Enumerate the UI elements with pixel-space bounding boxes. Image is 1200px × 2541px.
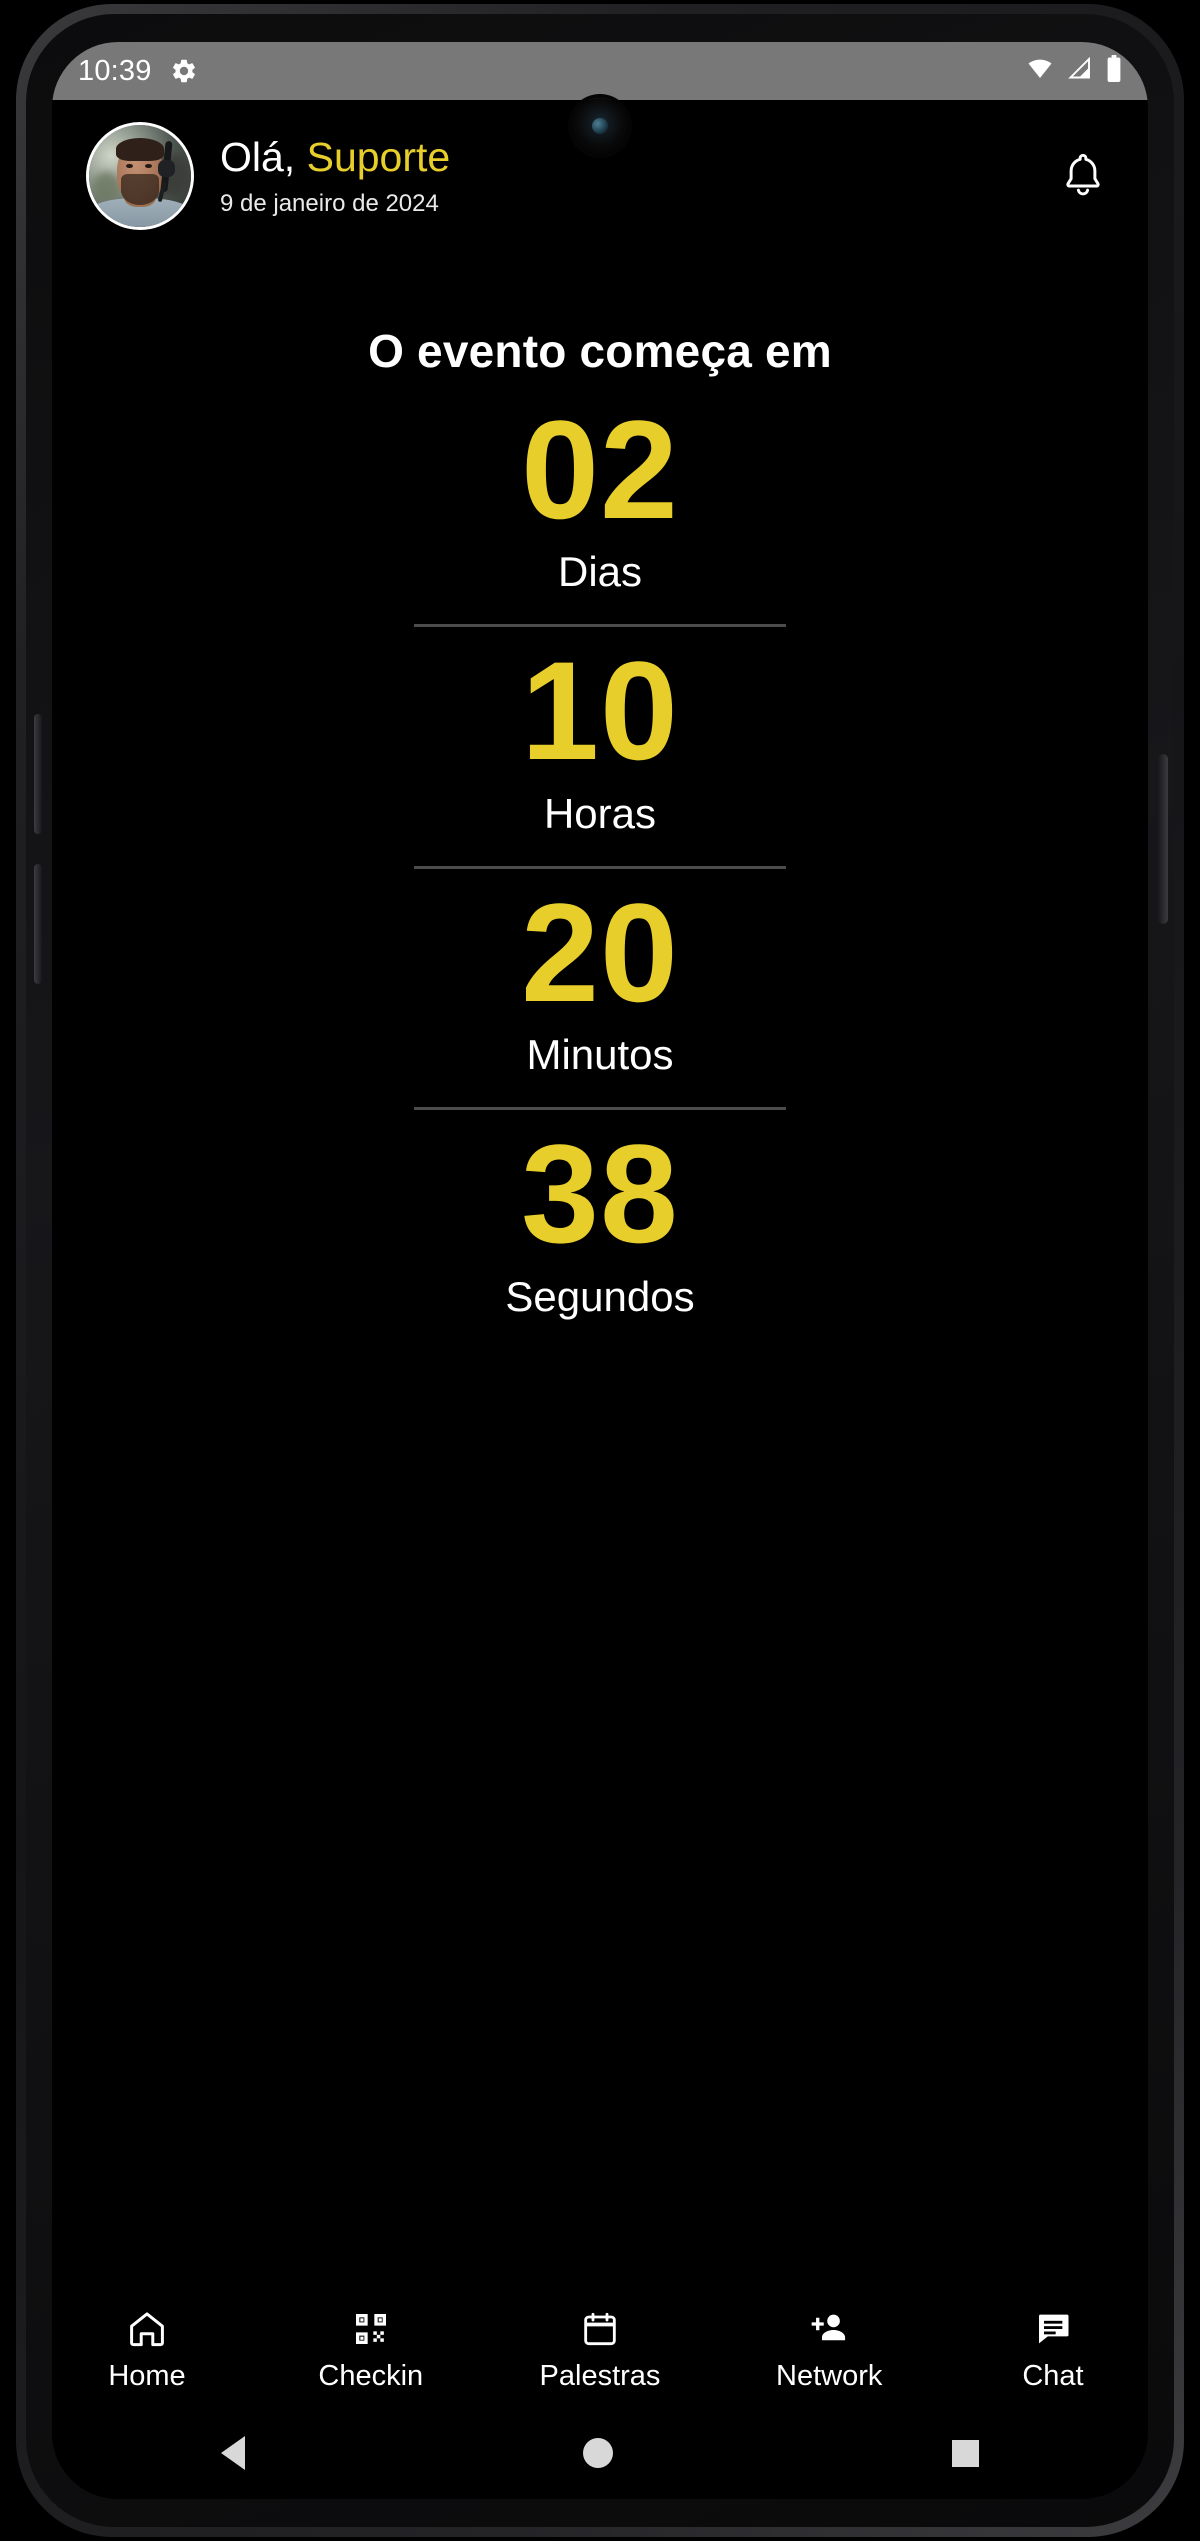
- countdown-separator: [414, 624, 786, 628]
- greeting-user-name: Suporte: [306, 134, 451, 181]
- device-inner-frame: 10:39 Olá, Suporte 9 de janeiro de 2024 …: [26, 14, 1174, 2527]
- countdown-value-seconds: 38: [521, 1115, 679, 1273]
- countdown-unit-hours: 10 Horas: [112, 632, 1088, 837]
- page-title: O evento começa em: [368, 325, 832, 377]
- person-add-icon: [808, 2308, 850, 2350]
- header-date: 9 de janeiro de 2024: [220, 189, 439, 217]
- chat-bubble-icon: [1033, 2308, 1073, 2350]
- countdown-label-hours: Horas: [543, 789, 657, 837]
- countdown-label-seconds: Segundos: [505, 1272, 695, 1320]
- android-system-nav: [52, 2407, 1148, 2499]
- countdown-unit-days: 02 Dias: [112, 391, 1088, 596]
- countdown-separator: [414, 865, 786, 869]
- countdown-value-days: 02: [521, 391, 679, 548]
- status-bar: 10:39: [52, 42, 1148, 100]
- nav-label-network: Network: [776, 2360, 883, 2392]
- phone-screen: 10:39 Olá, Suporte 9 de janeiro de 2024 …: [52, 42, 1148, 2499]
- bottom-navigation-bar: Home Checkin Palestras Network Chat: [52, 2290, 1148, 2407]
- nav-item-network[interactable]: Network: [774, 2308, 884, 2393]
- power-button[interactable]: [1158, 754, 1168, 924]
- phone-device-frame: 10:39 Olá, Suporte 9 de janeiro de 2024 …: [16, 4, 1184, 2537]
- nav-label-home: Home: [108, 2360, 186, 2392]
- back-triangle-icon[interactable]: [221, 2436, 246, 2470]
- countdown-unit-minutes: 20 Minutos: [112, 873, 1088, 1079]
- phone-bezel: 10:39 Olá, Suporte 9 de janeiro de 2024 …: [52, 42, 1148, 2499]
- avatar[interactable]: [86, 122, 194, 230]
- greeting-prefix: Olá,: [220, 134, 307, 181]
- countdown-unit-seconds: 38 Segundos: [112, 1115, 1088, 1320]
- status-bar-icons: [1025, 55, 1122, 87]
- nav-item-home[interactable]: Home: [92, 2308, 202, 2393]
- wifi-icon: [1025, 57, 1055, 86]
- nav-item-checkin[interactable]: Checkin: [316, 2308, 426, 2393]
- countdown-value-minutes: 20: [521, 873, 679, 1031]
- front-camera-punch-hole: [572, 98, 628, 154]
- recents-square-icon[interactable]: [951, 2439, 979, 2467]
- home-circle-icon[interactable]: [583, 2438, 614, 2468]
- countdown-label-days: Dias: [557, 548, 643, 596]
- bell-icon[interactable]: [1052, 145, 1114, 207]
- countdown-separator: [414, 1107, 786, 1111]
- nav-label-checkin: Checkin: [318, 2360, 424, 2392]
- screenshot-stage: 10:39 Olá, Suporte 9 de janeiro de 2024 …: [0, 0, 1200, 2541]
- home-icon: [126, 2308, 168, 2350]
- countdown-label-minutes: Minutos: [526, 1031, 674, 1079]
- greeting-block: Olá, Suporte 9 de janeiro de 2024: [220, 134, 450, 218]
- volume-up-button[interactable]: [34, 714, 42, 834]
- status-bar-clock: 10:39: [78, 54, 152, 87]
- nav-label-palestras: Palestras: [539, 2360, 661, 2392]
- battery-full-icon: [1106, 55, 1122, 87]
- countdown-section: O evento começa em 02 Dias 10 Horas 20 M…: [52, 250, 1148, 2290]
- gear-icon: [170, 57, 198, 85]
- nav-label-chat: Chat: [1022, 2360, 1084, 2392]
- nav-item-palestras[interactable]: Palestras: [539, 2308, 661, 2393]
- countdown-list: 02 Dias 10 Horas 20 Minutos 38 Segundos: [112, 391, 1088, 1321]
- qr-code-icon: [351, 2308, 391, 2350]
- nav-item-chat[interactable]: Chat: [998, 2308, 1108, 2393]
- greeting-line: Olá, Suporte: [220, 134, 450, 182]
- volume-down-button[interactable]: [34, 864, 42, 984]
- calendar-icon: [580, 2308, 620, 2350]
- countdown-value-hours: 10: [521, 632, 679, 790]
- cellular-signal-icon: [1067, 56, 1094, 86]
